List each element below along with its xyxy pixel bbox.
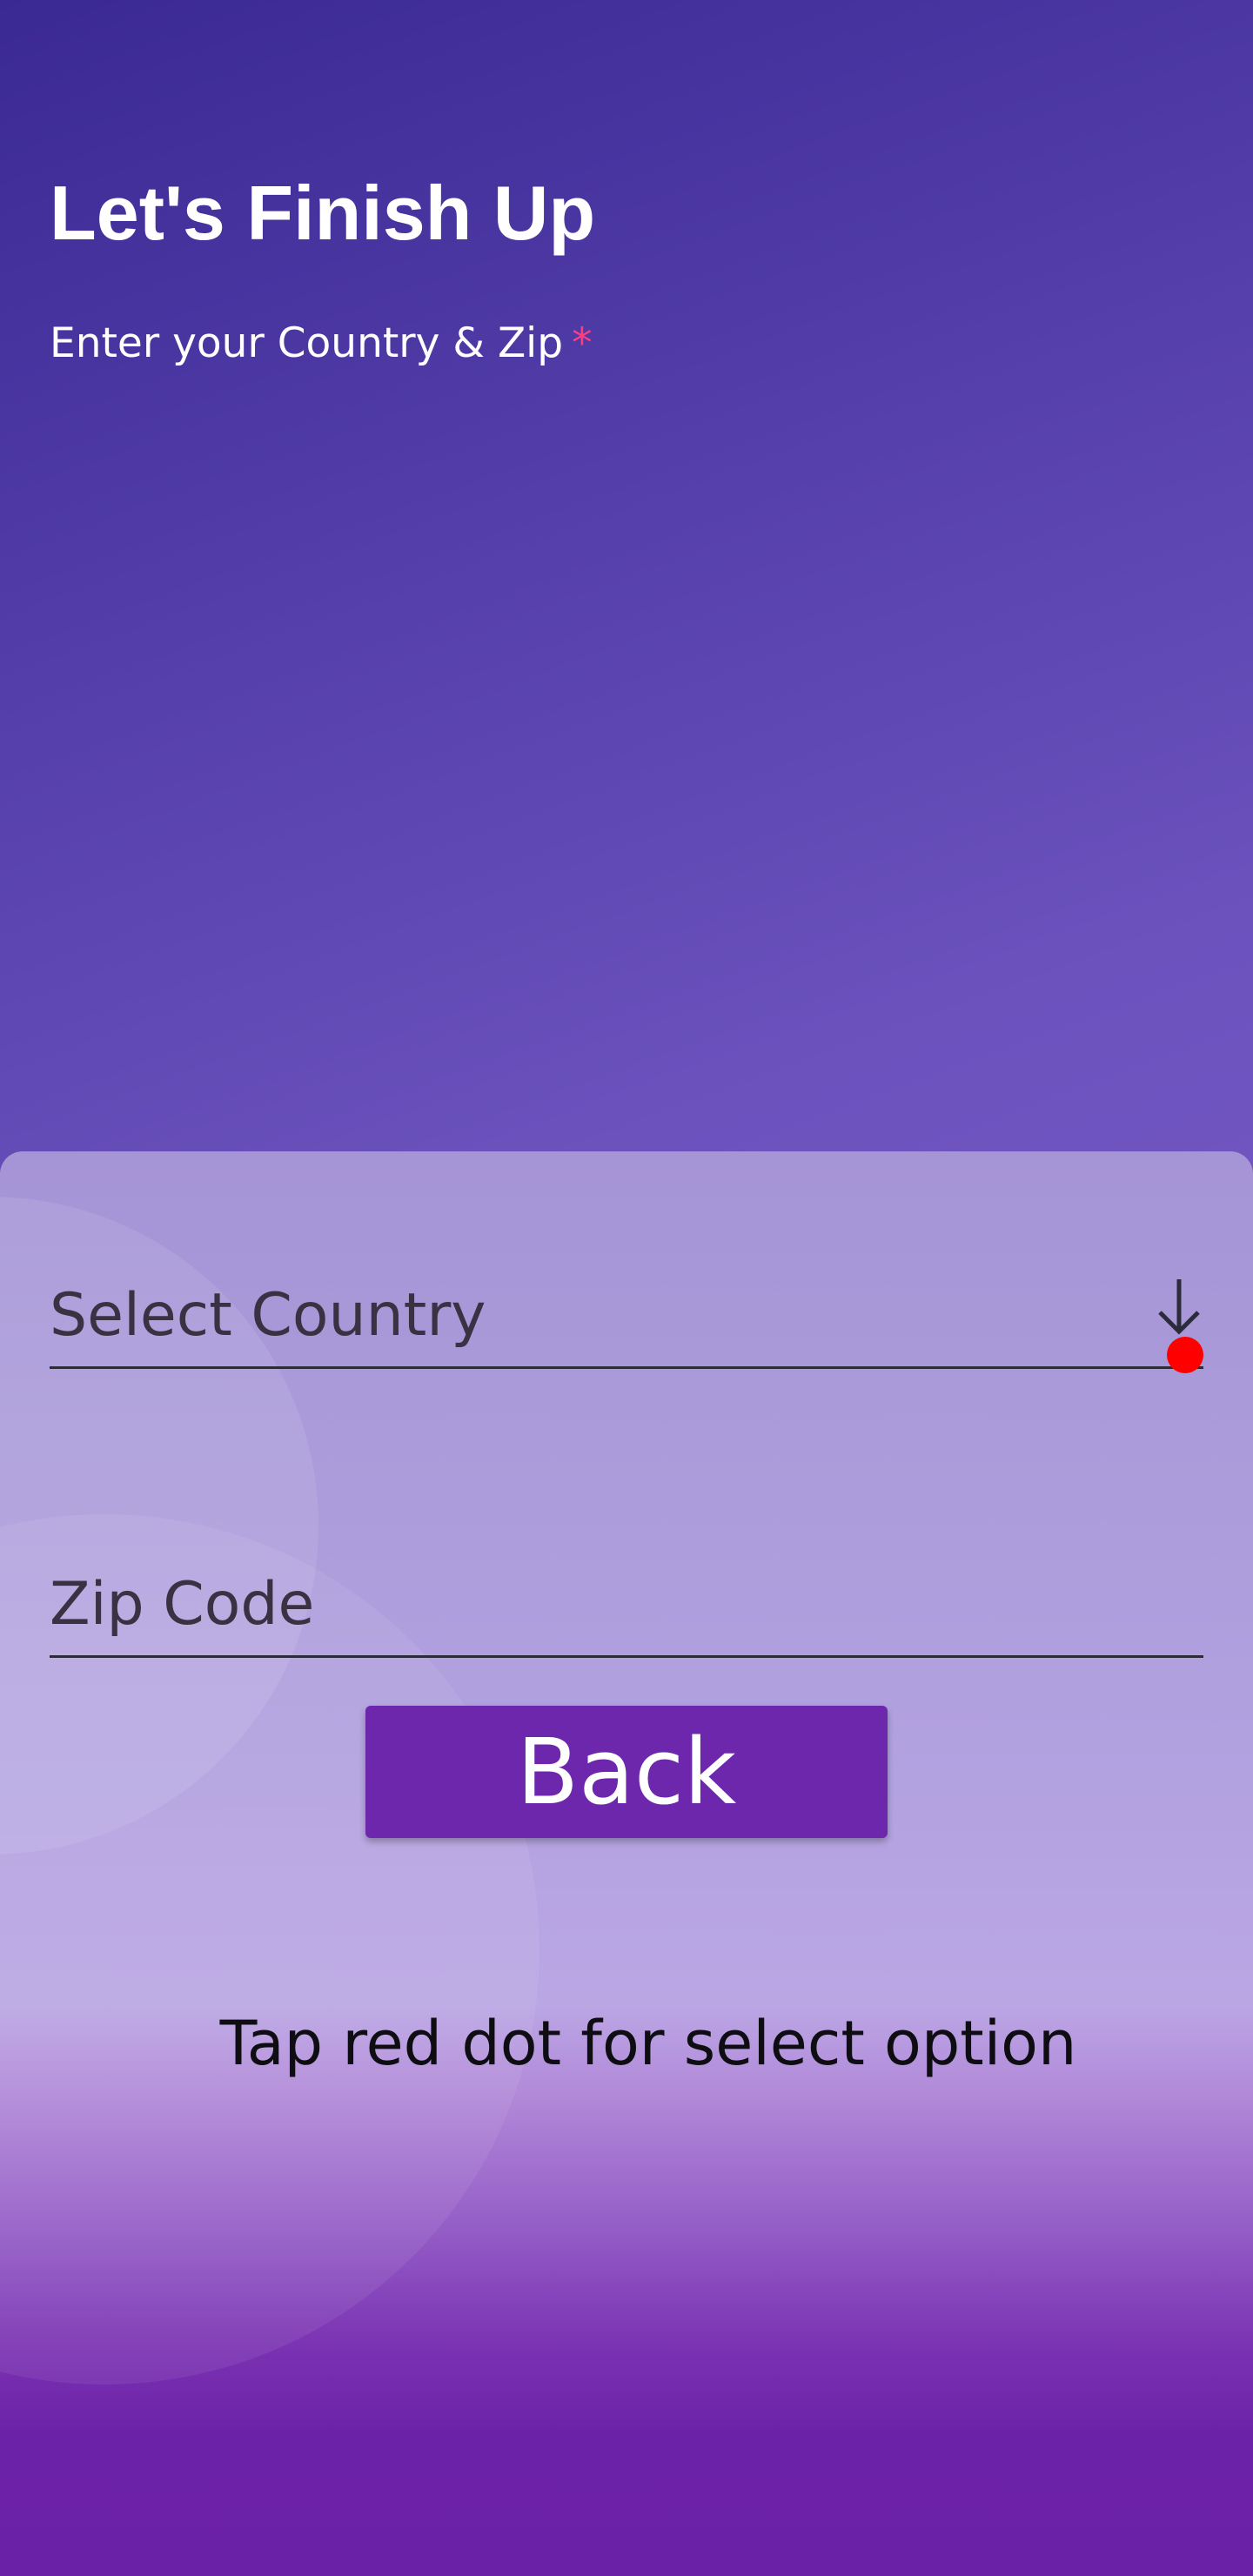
required-mark: * — [572, 319, 593, 367]
back-button[interactable]: Back — [365, 1706, 888, 1838]
screen: Let's Finish Up Enter your Country & Zip… — [0, 0, 1253, 2576]
zip-code-placeholder: Zip Code — [50, 1570, 315, 1639]
red-dot-button[interactable] — [1167, 1337, 1203, 1373]
country-select-placeholder: Select Country — [50, 1281, 486, 1350]
page-title: Let's Finish Up — [50, 170, 596, 256]
country-select[interactable]: Select Country — [50, 1244, 1203, 1373]
country-dropdown-toggle[interactable] — [1155, 1274, 1203, 1373]
arrow-down-icon — [1158, 1279, 1200, 1335]
hint-text: Tap red dot for select option — [219, 2008, 1077, 2079]
subtitle-text: Enter your Country & Zip — [50, 319, 564, 367]
zip-code-field[interactable]: Zip Code — [50, 1549, 1203, 1658]
page-subtitle: Enter your Country & Zip * — [50, 313, 593, 374]
